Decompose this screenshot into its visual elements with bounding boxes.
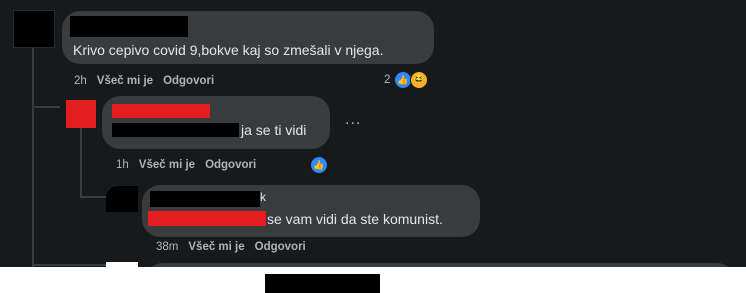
avatar[interactable] [66, 100, 96, 128]
author-name-redacted[interactable] [112, 104, 210, 118]
author-name-fragment: k [260, 190, 266, 204]
like-button[interactable]: Všeč mi je [97, 75, 153, 87]
mention-redacted [112, 123, 239, 137]
reply-button[interactable]: Odgovori [255, 241, 306, 253]
comment-text: se vam vidi da ste komunist. [267, 211, 443, 227]
comment-bubble: Krivo cepivo covid 9,bokve kaj so zmešal… [62, 11, 434, 64]
comment-thread: Krivo cepivo covid 9,bokve kaj so zmešal… [0, 0, 746, 267]
like-icon: 👍 [395, 72, 411, 88]
thread-line-branch-1 [32, 106, 60, 108]
comment-text: ja se ti vidi [241, 122, 307, 138]
thread-line-branch-2 [80, 196, 106, 198]
comment-text: Krivo cepivo covid 9,bokve kaj so zmešal… [73, 42, 384, 58]
redaction-box [265, 274, 380, 293]
comment-timestamp[interactable]: 2h [74, 75, 87, 87]
comment-bubble: k se vam vidi da ste komunist. [142, 185, 480, 237]
mention-redacted [148, 211, 266, 226]
reply-button[interactable]: Odgovori [205, 159, 256, 171]
comment-actions: 38m Všeč mi je Odgovori [156, 240, 306, 254]
avatar[interactable] [106, 262, 138, 267]
comment-timestamp[interactable]: 1h [116, 159, 129, 171]
author-name-redacted[interactable] [70, 16, 188, 37]
thread-line-branch-3 [32, 264, 106, 266]
reply-button[interactable]: Odgovori [163, 75, 214, 87]
like-button[interactable]: Všeč mi je [139, 159, 195, 171]
avatar[interactable] [106, 186, 138, 212]
like-button[interactable]: Všeč mi je [188, 241, 244, 253]
thread-line-main [32, 46, 34, 267]
avatar[interactable] [13, 10, 55, 48]
comment-bubble [145, 263, 735, 267]
comment-bubble: ja se ti vidi [102, 96, 330, 149]
haha-icon: 😆 [410, 71, 428, 89]
thread-line-sub [80, 128, 82, 198]
comment-timestamp[interactable]: 38m [156, 241, 178, 253]
comment-actions: 2h Všeč mi je Odgovori [74, 74, 214, 88]
more-options-button[interactable]: ... [345, 112, 361, 128]
reaction-count[interactable]: 2 [384, 72, 390, 88]
like-icon: 👍 [311, 157, 327, 173]
author-name-redacted[interactable] [150, 191, 260, 207]
comment-actions: 1h Všeč mi je Odgovori [116, 158, 256, 172]
